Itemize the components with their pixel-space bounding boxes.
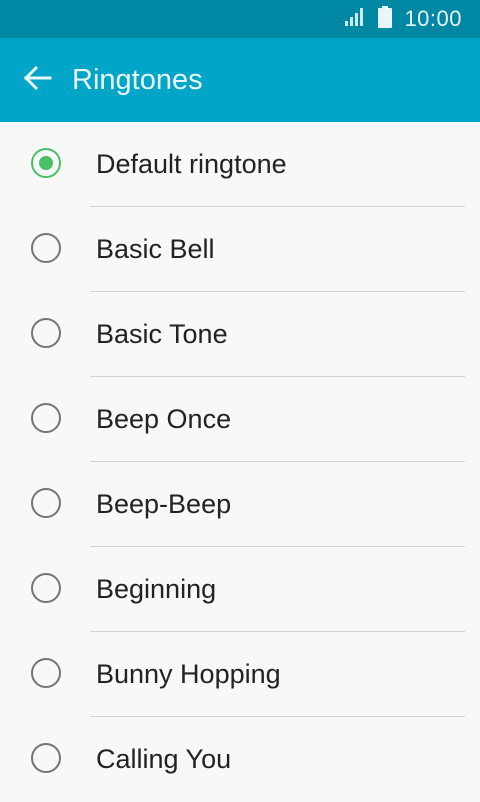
radio-button[interactable] bbox=[31, 318, 61, 348]
ringtone-label: Default ringtone bbox=[96, 149, 287, 179]
toolbar: Ringtones bbox=[0, 38, 480, 122]
status-bar: 10:00 bbox=[0, 0, 480, 38]
back-arrow-icon bbox=[23, 65, 52, 95]
page-title: Ringtones bbox=[72, 64, 203, 96]
ringtone-label: Calling You bbox=[96, 744, 232, 774]
ringtone-label: Basic Tone bbox=[96, 319, 228, 349]
status-time: 10:00 bbox=[404, 6, 462, 31]
ringtone-item-basic-tone[interactable]: Basic Tone bbox=[0, 292, 480, 377]
ringtone-item-default-ringtone[interactable]: Default ringtone bbox=[0, 122, 480, 207]
ringtone-list: Default ringtone Basic Bell Basic Tone B… bbox=[0, 122, 480, 802]
ringtone-item-beep-beep[interactable]: Beep-Beep bbox=[0, 462, 480, 547]
ringtone-item-calling-you[interactable]: Calling You bbox=[0, 717, 480, 802]
ringtone-item-beginning[interactable]: Beginning bbox=[0, 547, 480, 632]
radio-button[interactable] bbox=[31, 658, 61, 688]
ringtone-item-basic-bell[interactable]: Basic Bell bbox=[0, 207, 480, 292]
radio-button[interactable] bbox=[31, 743, 61, 773]
back-button[interactable] bbox=[18, 60, 58, 100]
ringtone-item-bunny-hopping[interactable]: Bunny Hopping bbox=[0, 632, 480, 717]
radio-button[interactable] bbox=[31, 573, 61, 603]
signal-icon bbox=[344, 7, 366, 32]
ringtone-label: Basic Bell bbox=[96, 234, 215, 264]
status-icons: 10:00 bbox=[344, 0, 462, 38]
radio-button[interactable] bbox=[31, 233, 61, 263]
ringtone-label: Beep Once bbox=[96, 404, 232, 434]
ringtone-label: Beginning bbox=[96, 574, 217, 604]
ringtone-item-beep-once[interactable]: Beep Once bbox=[0, 377, 480, 462]
radio-button-selected[interactable] bbox=[31, 148, 61, 178]
ringtone-label: Bunny Hopping bbox=[96, 659, 281, 689]
battery-icon bbox=[378, 5, 393, 33]
radio-button[interactable] bbox=[31, 488, 61, 518]
radio-button[interactable] bbox=[31, 403, 61, 433]
ringtone-label: Beep-Beep bbox=[96, 489, 232, 519]
